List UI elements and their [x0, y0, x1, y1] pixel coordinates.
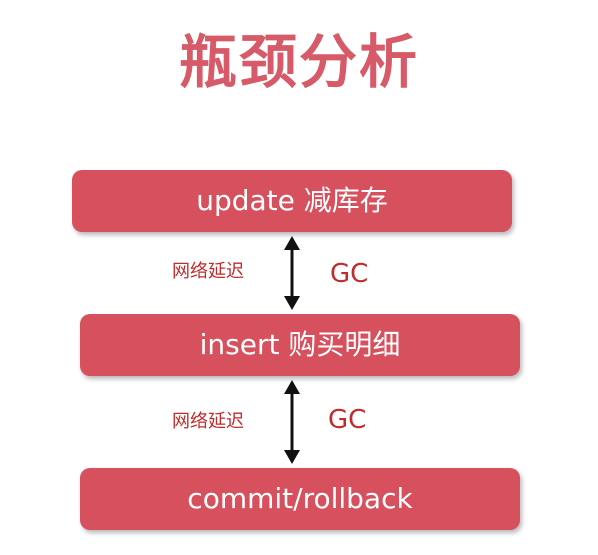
step-insert-box: insert 购买明细 — [80, 314, 520, 376]
gc-label: GC — [330, 259, 369, 289]
step-update-box: update 减库存 — [72, 170, 512, 232]
diagram-canvas: 瓶颈分析 update 减库存 网络延迟 GC insert 购买明细 网络延迟… — [0, 0, 598, 555]
step-commit-box: commit/rollback — [80, 468, 520, 530]
gc-label: GC — [328, 405, 367, 435]
network-latency-label: 网络延迟 — [172, 411, 244, 432]
bidirectional-arrow-icon — [284, 236, 300, 310]
bidirectional-arrow-icon — [284, 380, 300, 464]
network-latency-label: 网络延迟 — [172, 261, 244, 282]
diagram-title: 瓶颈分析 — [178, 28, 419, 96]
